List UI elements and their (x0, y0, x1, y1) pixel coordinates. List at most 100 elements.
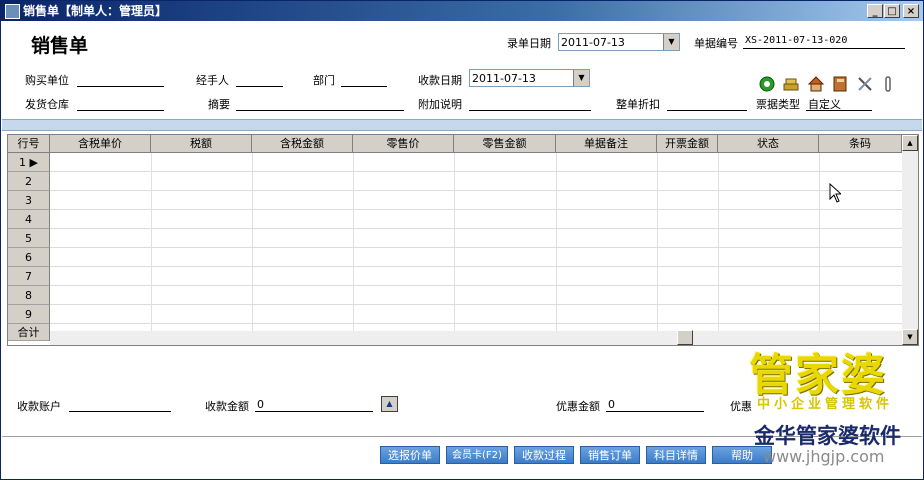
account-label: 收款账户 (17, 400, 61, 413)
warehouse-label: 发货仓库 (25, 98, 69, 111)
amount-label: 收款金额 (205, 400, 249, 413)
url-watermark: www.jhgjp.com (763, 447, 885, 466)
company-watermark: 金华管家婆软件 (754, 424, 901, 448)
sales-order-button[interactable]: 销售订单 (580, 446, 640, 464)
row-number[interactable]: 1 ▶ (8, 153, 50, 172)
close-button[interactable]: × (903, 4, 919, 18)
col-header-retail-price[interactable]: 零售价 (353, 135, 454, 153)
coins-icon[interactable] (782, 75, 800, 93)
row-number[interactable]: 8 (8, 286, 50, 305)
title-bar[interactable]: 销售单【制单人：管理员】 _ □ × (1, 1, 923, 21)
column-divider (252, 153, 253, 345)
column-divider (819, 153, 820, 345)
green-circle-icon[interactable] (758, 75, 776, 93)
account-detail-button[interactable]: 科目详情 (646, 446, 706, 464)
row-number[interactable]: 3 (8, 191, 50, 210)
row-pointer-icon: ▶ (29, 156, 38, 169)
table-row[interactable] (50, 248, 902, 267)
chevron-down-icon[interactable]: ▼ (663, 34, 679, 50)
column-divider (556, 153, 557, 345)
table-row[interactable] (50, 286, 902, 305)
entry-date-field[interactable]: 2011-07-13 ▼ (558, 33, 680, 51)
splitter-bar[interactable] (2, 119, 922, 131)
table-row[interactable] (50, 305, 902, 324)
table-row[interactable] (50, 191, 902, 210)
items-grid[interactable]: 行号 含税单价 税额 含税金额 零售价 零售金额 单据备注 开票金额 状态 条码… (7, 134, 919, 346)
slogan-watermark: 中小企业管理软件 (757, 397, 894, 412)
handler-field[interactable] (236, 72, 283, 87)
buyer-field[interactable] (77, 72, 164, 87)
table-row[interactable] (50, 210, 902, 229)
doc-no-label: 单据编号 (694, 37, 738, 50)
minimize-button[interactable]: _ (867, 4, 883, 18)
book-icon[interactable] (831, 75, 849, 93)
col-header-doc-note[interactable]: 单据备注 (556, 135, 657, 153)
entry-date-value: 2011-07-13 (561, 36, 625, 49)
row-number[interactable]: 2 (8, 172, 50, 191)
page-title: 销售单 (31, 35, 89, 57)
warehouse-field[interactable] (77, 96, 164, 111)
dept-field[interactable] (341, 72, 387, 87)
extra-note-label: 附加说明 (418, 98, 462, 111)
col-header-retail-amount[interactable]: 零售金额 (454, 135, 556, 153)
clip-icon[interactable] (879, 75, 897, 93)
col-header-tax-amount[interactable]: 含税金额 (252, 135, 353, 153)
doc-no-underline (743, 34, 905, 49)
column-divider (353, 153, 354, 345)
receipt-process-button[interactable]: 收款过程 (514, 446, 574, 464)
chevron-down-icon[interactable]: ▼ (573, 70, 589, 86)
scroll-up-icon[interactable]: ▲ (902, 135, 918, 151)
handler-label: 经手人 (196, 74, 229, 87)
discount-field[interactable] (667, 96, 747, 111)
column-divider (454, 153, 455, 345)
scroll-thumb[interactable] (677, 330, 693, 345)
app-icon (5, 4, 20, 19)
col-header-invoice-amount[interactable]: 开票金额 (657, 135, 718, 153)
mouse-cursor-icon (829, 183, 841, 203)
row-number[interactable]: 7 (8, 267, 50, 286)
summary-field[interactable] (236, 96, 404, 111)
row-number[interactable]: 5 (8, 229, 50, 248)
table-row[interactable] (50, 172, 902, 191)
select-quote-button[interactable]: 选报价单 (380, 446, 440, 464)
ticket-type-label: 票据类型 (756, 98, 800, 111)
row-number[interactable]: 9 (8, 305, 50, 324)
account-field[interactable] (69, 397, 171, 412)
col-header-barcode[interactable]: 条码 (819, 135, 902, 153)
vertical-scrollbar[interactable]: ▲ ▼ (902, 135, 918, 345)
window-title: 销售单【制单人：管理员】 (23, 4, 168, 18)
row-number[interactable]: 6 (8, 248, 50, 267)
column-divider (151, 153, 152, 345)
table-row[interactable] (50, 267, 902, 286)
house-icon[interactable] (807, 75, 825, 93)
receipt-date-value: 2011-07-13 (472, 72, 536, 85)
summary-label: 摘要 (208, 98, 230, 111)
col-header-status[interactable]: 状态 (718, 135, 819, 153)
entry-date-label: 录单日期 (507, 37, 551, 50)
amount-expand-icon[interactable]: ▲ (381, 396, 398, 412)
col-header-tax[interactable]: 税额 (151, 135, 252, 153)
buyer-label: 购买单位 (25, 74, 69, 87)
extra-note-field[interactable] (469, 96, 591, 111)
ticket-type-underline (806, 96, 872, 111)
discount-label: 整单折扣 (616, 98, 660, 111)
discount-amount-field[interactable] (606, 397, 704, 412)
receipt-date-label: 收款日期 (418, 74, 462, 87)
column-divider (657, 153, 658, 345)
table-row[interactable] (50, 229, 902, 248)
table-row[interactable] (50, 153, 902, 172)
row-number[interactable]: 4 (8, 210, 50, 229)
col-header-tax-price[interactable]: 含税单价 (50, 135, 151, 153)
scroll-down-icon[interactable]: ▼ (902, 329, 918, 345)
dept-label: 部门 (313, 74, 335, 87)
maximize-button[interactable]: □ (884, 4, 900, 18)
sales-window: 销售单【制单人：管理员】 _ □ × 销售单 录单日期 2011-07-13 ▼… (0, 0, 924, 480)
amount-field[interactable] (255, 397, 373, 412)
column-divider (718, 153, 719, 345)
member-card-button[interactable]: 会员卡(F2) (446, 446, 508, 464)
tools-icon[interactable] (856, 75, 874, 93)
total-row-label: 合计 (8, 324, 50, 341)
discount-amount-label: 优惠金额 (556, 400, 600, 413)
receipt-date-field[interactable]: 2011-07-13 ▼ (469, 69, 590, 87)
col-header-rowno[interactable]: 行号 (8, 135, 50, 153)
